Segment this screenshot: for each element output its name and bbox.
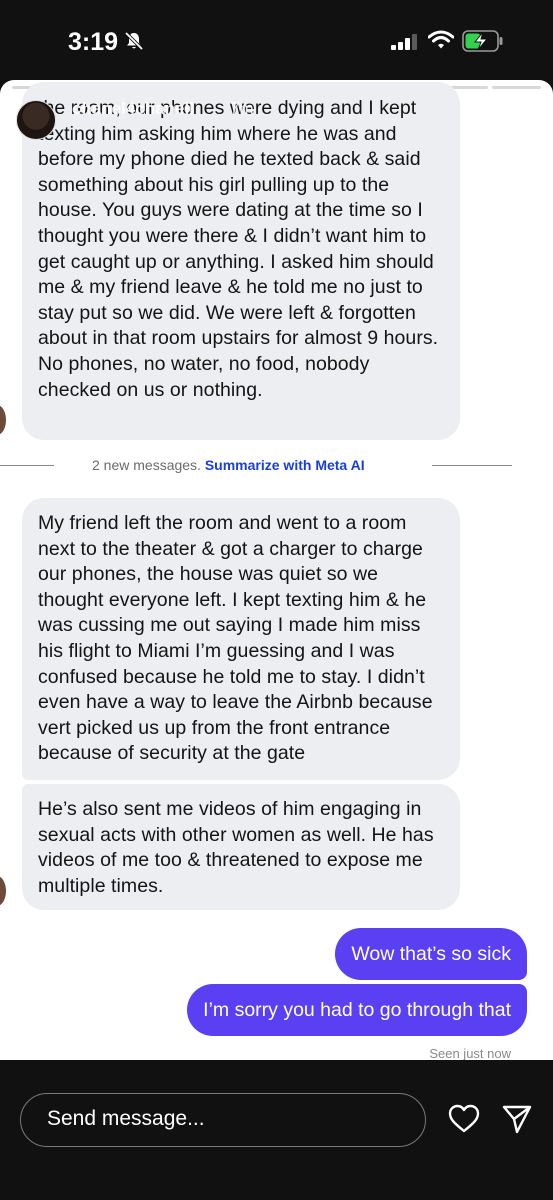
incoming-message: the room, our phones were dying and I ke… [22,82,460,440]
story-time: 7m [230,99,254,118]
outgoing-message: I’m sorry you had to go through that [187,984,527,1036]
divider-line [432,465,512,466]
sender-avatar [0,876,6,906]
new-messages-divider: 2 new messages. Summarize with Meta AI [0,454,553,478]
send-message-input[interactable]: Send message... [20,1093,426,1147]
signal-icon [391,34,417,50]
sender-avatar [0,405,6,435]
battery-charging-icon [462,30,503,52]
summarize-link[interactable]: Summarize with Meta AI [205,457,365,473]
story-progress-segment [491,86,541,89]
heart-icon[interactable] [448,1104,480,1134]
message-text: Wow that’s so sick [351,943,511,965]
story-username[interactable]: chanel4chanell [72,99,194,119]
bell-slash-icon [124,31,144,51]
status-bar: 3:19 [0,0,553,80]
wifi-icon [428,30,454,49]
message-text: He’s also sent me videos of him engaging… [38,798,434,897]
incoming-message: He’s also sent me videos of him engaging… [22,784,460,910]
status-time: 3:19 [68,28,119,56]
more-icon[interactable] [466,104,490,134]
message-text: I’m sorry you had to go through that [203,999,511,1021]
share-icon[interactable] [501,1104,533,1134]
story-card: the room, our phones were dying and I ke… [0,80,553,1060]
seen-receipt: Seen just now [429,1046,511,1060]
new-messages-label: 2 new messages. Summarize with Meta AI [92,457,365,473]
message-text: My friend left the room and went to a ro… [38,512,433,765]
message-text: the room, our phones were dying and I ke… [38,97,439,401]
incoming-message: My friend left the room and went to a ro… [22,498,460,780]
close-icon[interactable] [512,106,542,136]
send-message-placeholder: Send message... [47,1107,205,1130]
outgoing-message: Wow that’s so sick [335,928,527,980]
divider-line [0,465,54,466]
avatar[interactable] [16,100,56,140]
new-messages-count: 2 new messages. [92,457,201,473]
